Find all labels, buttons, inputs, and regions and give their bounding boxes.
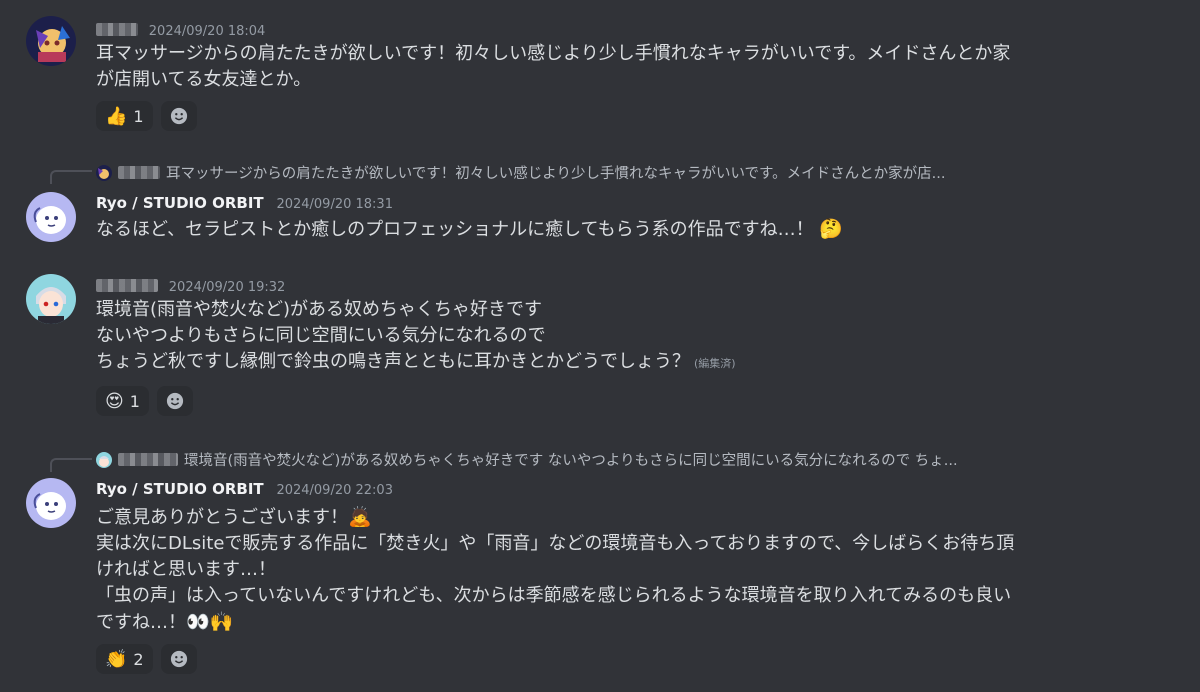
reaction-thumbs-up[interactable]: 👍 1	[96, 101, 153, 131]
add-reaction-button[interactable]	[160, 101, 197, 131]
reply-username-redacted	[118, 453, 178, 466]
bowing-emoji: 🙇	[348, 506, 372, 528]
user-avatar[interactable]	[26, 274, 76, 324]
ryo-avatar[interactable]	[26, 478, 76, 528]
smiley-face-icon	[166, 392, 184, 410]
message-content: なるほど、セラピストとか癒しのプロフェッショナルに癒してもらう系の作品ですね…！…	[96, 216, 843, 243]
reply-connector	[50, 458, 92, 472]
reactions: 👏 2	[96, 644, 197, 674]
message-line: 「虫の声」は入っていないんですけれども、次からは季節感を感じられるような環境音を…	[96, 585, 1012, 606]
message-line: ちょうど秋ですし縁側で鈴虫の鳴き声とともに耳かきとかどうでしょう？ (編集済)	[96, 349, 736, 377]
message-line: が店開いてる女友達とか。	[96, 69, 312, 90]
reaction-count: 1	[133, 106, 144, 126]
username-redacted[interactable]	[96, 23, 138, 36]
message-line: ですね…！👀🙌	[96, 609, 1014, 636]
reaction-clap[interactable]: 👏 2	[96, 644, 153, 674]
add-reaction-button[interactable]	[160, 644, 197, 674]
message-header: 2024/09/20 18:04	[96, 21, 265, 39]
timestamp: 2024/09/20 18:04	[148, 24, 266, 39]
message-line: ないやつよりもさらに同じ空間にいる気分になれるので	[96, 325, 546, 346]
message-line: 耳マッサージからの肩たたきが欲しいです！初々しい感じより少し手慣れなキャラがいい…	[96, 43, 1011, 64]
reply-avatar	[96, 451, 112, 468]
timestamp: 2024/09/20 18:31	[276, 197, 393, 212]
add-reaction-button[interactable]	[156, 386, 193, 416]
reaction-count: 2	[133, 649, 144, 669]
message-header: Ryo / STUDIO ORBIT 2024/09/20 18:31	[96, 194, 393, 212]
reaction-count: 1	[129, 391, 140, 411]
username[interactable]: Ryo / STUDIO ORBIT	[96, 194, 264, 212]
reactions: 👍 1	[96, 101, 197, 131]
message-text: ご意見ありがとうございます！	[96, 507, 348, 528]
message-text: ですね…！	[96, 612, 186, 633]
message-text: なるほど、セラピストとか癒しのプロフェッショナルに癒してもらう系の作品ですね…！	[96, 219, 814, 240]
message-content: 環境音(雨音や焚火など)がある奴めちゃくちゃ好きです ないやつよりもさらに同じ空…	[96, 297, 736, 377]
timestamp: 2024/09/20 19:32	[168, 280, 286, 295]
username[interactable]: Ryo / STUDIO ORBIT	[96, 480, 264, 498]
username-redacted[interactable]	[96, 279, 158, 292]
reply-connector	[50, 170, 92, 184]
eyes-raised-hands-emoji: 👀🙌	[186, 611, 234, 633]
thinking-face-emoji: 🤔	[819, 218, 844, 240]
clapping-hands-emoji: 👏	[105, 648, 128, 670]
reply-text: 耳マッサージからの肩たたきが欲しいです！初々しい感じより少し手慣れなキャラがいい…	[166, 166, 946, 182]
message-content: ご意見ありがとうございます！🙇 実は次にDLsiteで販売する作品に「焚き火」や…	[96, 504, 1014, 636]
message-header: 2024/09/20 19:32	[96, 277, 285, 295]
user-avatar[interactable]	[26, 16, 76, 66]
reaction-heart-eyes[interactable]: 😍 1	[96, 386, 149, 416]
message-header: Ryo / STUDIO ORBIT 2024/09/20 22:03	[96, 480, 393, 498]
message-line: 実は次にDLsiteで販売する作品に「焚き火」や「雨音」などの環境音も入っており…	[96, 533, 1015, 554]
ryo-avatar[interactable]	[26, 192, 76, 242]
timestamp: 2024/09/20 22:03	[276, 483, 393, 498]
edited-label: (編集済)	[694, 357, 736, 370]
message-content: 耳マッサージからの肩たたきが欲しいです！初々しい感じより少し手慣れなキャラがいい…	[96, 41, 1010, 93]
reply-preview[interactable]: 環境音(雨音や焚火など)がある奴めちゃくちゃ好きです ないやつよりもさらに同じ空…	[96, 449, 958, 470]
reactions: 😍 1	[96, 386, 193, 416]
reply-preview[interactable]: 耳マッサージからの肩たたきが欲しいです！初々しい感じより少し手慣れなキャラがいい…	[96, 162, 945, 183]
message-line: なるほど、セラピストとか癒しのプロフェッショナルに癒してもらう系の作品ですね…！…	[96, 216, 843, 243]
thumbs-up-emoji: 👍	[105, 105, 128, 127]
message-line: ご意見ありがとうございます！🙇	[96, 504, 1014, 531]
reply-avatar	[96, 164, 112, 181]
reply-username-redacted	[118, 166, 160, 179]
smiley-face-icon	[170, 650, 187, 668]
reply-text: 環境音(雨音や焚火など)がある奴めちゃくちゃ好きです ないやつよりもさらに同じ空…	[184, 453, 958, 469]
message-text: ちょうど秋ですし縁側で鈴虫の鳴き声とともに耳かきとかどうでしょう？	[96, 351, 690, 372]
smiley-face-icon	[170, 107, 187, 125]
message-line: ければと思います…！	[96, 559, 276, 580]
message-line: 環境音(雨音や焚火など)がある奴めちゃくちゃ好きです	[96, 299, 543, 320]
heart-eyes-emoji: 😍	[105, 390, 124, 412]
